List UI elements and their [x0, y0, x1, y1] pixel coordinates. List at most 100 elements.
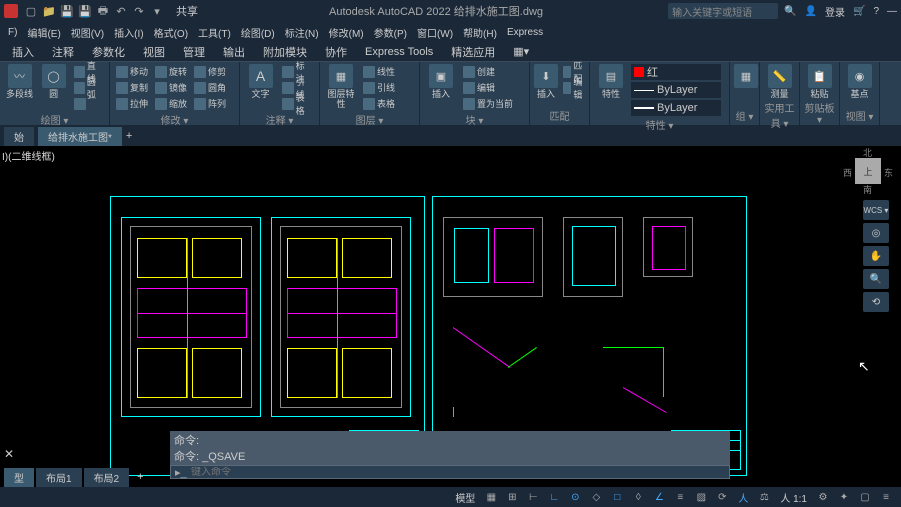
panel-annot-label[interactable]: 注释 ▾ — [244, 111, 315, 127]
panel-match-label[interactable]: 匹配 — [534, 107, 585, 123]
menu-edit[interactable]: 编辑(E) — [23, 25, 64, 40]
cart-icon[interactable]: 🛒 — [853, 6, 865, 17]
menu-help[interactable]: 帮助(H) — [459, 25, 501, 40]
help-icon[interactable]: ? — [873, 6, 879, 17]
trim-button[interactable]: 修剪 — [192, 64, 228, 79]
menu-dim[interactable]: 标注(N) — [281, 25, 323, 40]
base-button[interactable]: ◉基点 — [844, 64, 875, 99]
mirror-button[interactable]: 镜像 — [153, 80, 189, 95]
tab-output[interactable]: 输出 — [215, 42, 253, 62]
panel-view-label[interactable]: 视图 ▾ — [844, 107, 875, 123]
search-icon[interactable]: 🔍 — [784, 6, 796, 17]
layout-2[interactable]: 布局2 — [84, 468, 130, 487]
tab-annotate[interactable]: 注释 — [44, 42, 82, 62]
panel-group-label[interactable]: 组 ▾ — [734, 107, 755, 123]
status-scale-icon[interactable]: ⚖ — [755, 489, 773, 505]
panel-clip-label[interactable]: 剪贴板 ▾ — [804, 99, 835, 126]
filetab-drawing[interactable]: 给排水施工图* — [38, 127, 122, 146]
paste-button[interactable]: 📋粘贴 — [804, 64, 835, 99]
minimize-icon[interactable]: — — [887, 6, 897, 17]
status-infer-icon[interactable]: ⊢ — [524, 489, 542, 505]
rotate-button[interactable]: 旋转 — [153, 64, 189, 79]
status-model[interactable]: 模型 — [451, 490, 479, 505]
insert-button[interactable]: ⬇插入 — [534, 64, 558, 99]
tab-manage[interactable]: 管理 — [175, 42, 213, 62]
status-cycle-icon[interactable]: ⟳ — [713, 489, 731, 505]
panel-modify-label[interactable]: 修改 ▾ — [114, 111, 235, 127]
cmdline-close-icon[interactable]: ✕ — [4, 447, 14, 461]
menu-draw[interactable]: 绘图(D) — [237, 25, 279, 40]
group-button[interactable]: ▦ — [734, 64, 758, 88]
status-ws-icon[interactable]: ✦ — [835, 489, 853, 505]
tab-insert[interactable]: 插入 — [4, 42, 42, 62]
panel-util-label[interactable]: 实用工具 ▾ — [764, 99, 795, 130]
wcs-button[interactable]: WCS ▾ — [863, 200, 889, 220]
layout-add-icon[interactable]: + — [131, 469, 149, 485]
panel-block-label[interactable]: 块 ▾ — [424, 111, 525, 127]
panel-prop-label[interactable]: 特性 ▾ — [594, 116, 725, 132]
qat-redo-icon[interactable]: ↷ — [132, 4, 146, 18]
qat-open-icon[interactable]: 📁 — [42, 4, 56, 18]
panel-draw-label[interactable]: 绘图 ▾ — [4, 111, 105, 127]
status-anno-scale[interactable]: 人 1:1 — [776, 490, 811, 505]
menu-window[interactable]: 窗口(W) — [413, 25, 457, 40]
menu-modify[interactable]: 修改(M) — [325, 25, 368, 40]
layer-linear[interactable]: 线性 — [361, 64, 397, 79]
prop-edit2[interactable]: 编辑 — [561, 80, 588, 95]
status-snap-icon[interactable]: ⊞ — [503, 489, 521, 505]
status-grid-icon[interactable]: ▦ — [482, 489, 500, 505]
tab-collab[interactable]: 协作 — [317, 42, 355, 62]
layerprop-button[interactable]: ▦图层特性 — [324, 64, 358, 109]
status-otrack-icon[interactable]: ∠ — [650, 489, 668, 505]
text-button[interactable]: A文字 — [244, 64, 277, 99]
linetype-select[interactable]: ByLayer — [631, 82, 721, 98]
menu-view[interactable]: 视图(V) — [67, 25, 108, 40]
tab-view[interactable]: 视图 — [135, 42, 173, 62]
status-polar-icon[interactable]: ⊙ — [566, 489, 584, 505]
measure-button[interactable]: 📏测量 — [764, 64, 795, 99]
block-current[interactable]: 置为当前 — [461, 96, 515, 111]
nav-zoom-icon[interactable]: 🔍 — [863, 269, 889, 289]
status-iso-icon[interactable]: ◇ — [587, 489, 605, 505]
status-3dosnap-icon[interactable]: ◊ — [629, 489, 647, 505]
block-edit[interactable]: 编辑 — [461, 80, 515, 95]
panel-layers-label[interactable]: 图层 ▾ — [324, 111, 415, 127]
polyline-button[interactable]: 〰多段线 — [4, 64, 35, 99]
lineweight-select[interactable]: ByLayer — [631, 100, 721, 116]
menu-file[interactable]: F) — [4, 27, 21, 38]
viewport-label[interactable]: I)(二维线框) — [2, 148, 55, 163]
copy-button[interactable]: 复制 — [114, 80, 150, 95]
color-select[interactable]: 红 — [631, 64, 721, 80]
filetab-add-icon[interactable]: + — [126, 130, 132, 142]
menu-tools[interactable]: 工具(T) — [194, 25, 235, 40]
move-button[interactable]: 移动 — [114, 64, 150, 79]
qat-save-icon[interactable]: 💾 — [60, 4, 74, 18]
layout-model[interactable]: 型 — [4, 468, 34, 487]
share-button[interactable]: 共享 — [170, 3, 204, 19]
status-ortho-icon[interactable]: ∟ — [545, 489, 563, 505]
menu-param[interactable]: 参数(P) — [370, 25, 411, 40]
layout-1[interactable]: 布局1 — [36, 468, 82, 487]
view-cube[interactable]: 北 南 西 东 上 — [847, 150, 889, 192]
circle-button[interactable]: ◯圆 — [38, 64, 69, 99]
qat-plot-icon[interactable]: 🖶 — [96, 4, 110, 18]
menu-insert[interactable]: 插入(I) — [110, 25, 147, 40]
status-osnap-icon[interactable]: □ — [608, 489, 626, 505]
arc-button[interactable]: 圆弧 — [72, 80, 105, 95]
layer-leader[interactable]: 引线 — [361, 80, 397, 95]
blockinsert-button[interactable]: ▣插入 — [424, 64, 458, 99]
status-anno-icon[interactable]: 人 — [734, 489, 752, 505]
tab-more-icon[interactable]: ▦▾ — [505, 43, 537, 60]
qat-undo-icon[interactable]: ↶ — [114, 4, 128, 18]
nav-orbit-icon[interactable]: ⟲ — [863, 292, 889, 312]
menu-format[interactable]: 格式(O) — [150, 25, 192, 40]
status-custom-icon[interactable]: ≡ — [877, 489, 895, 505]
scale-button[interactable]: 缩放 — [153, 96, 189, 111]
qat-dropdown-icon[interactable]: ▾ — [150, 4, 164, 18]
status-max-icon[interactable]: ▢ — [856, 489, 874, 505]
status-lwt-icon[interactable]: ≡ — [671, 489, 689, 505]
qat-new-icon[interactable]: ▢ — [24, 4, 38, 18]
nav-wheel-icon[interactable]: ◎ — [863, 223, 889, 243]
drawing-canvas[interactable]: I)(二维线框) — [0, 146, 901, 465]
login-button[interactable]: 登录 — [825, 4, 845, 19]
